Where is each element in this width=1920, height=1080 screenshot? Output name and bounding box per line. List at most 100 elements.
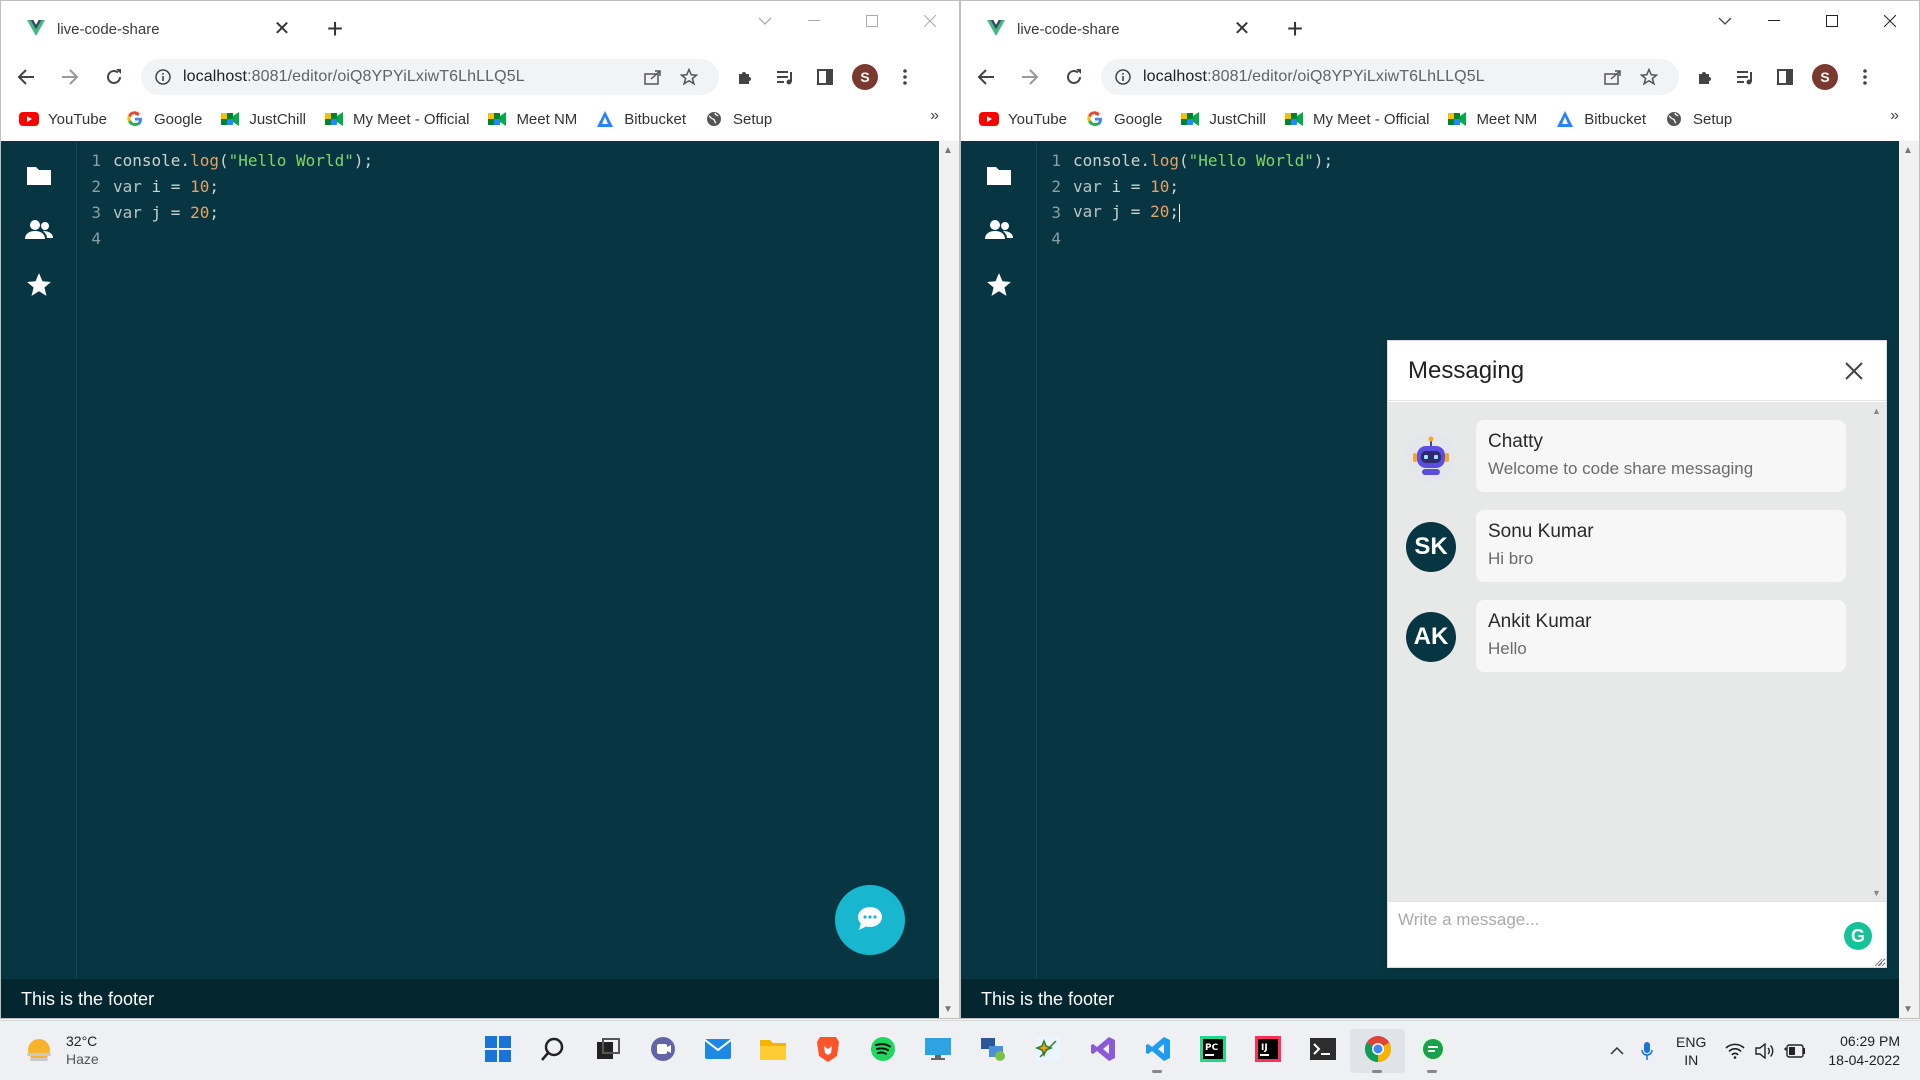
- vscode-button[interactable]: [1130, 1029, 1185, 1073]
- folder-icon[interactable]: [985, 161, 1013, 189]
- extensions-icon[interactable]: [1685, 59, 1725, 95]
- tab-search-icon[interactable]: [1705, 1, 1745, 41]
- clock[interactable]: 06:29 PM 18-04-2022: [1828, 1032, 1900, 1070]
- spotify-button[interactable]: [855, 1029, 910, 1073]
- media-control-icon[interactable]: [765, 59, 805, 95]
- chevron-up-icon[interactable]: [1602, 1047, 1632, 1055]
- address-bar[interactable]: localhost:8081/editor/oiQ8YPYiLxiwT6LhLL…: [1101, 59, 1679, 95]
- info-icon[interactable]: [153, 67, 173, 87]
- chrome-button[interactable]: [1350, 1029, 1405, 1073]
- users-icon[interactable]: [985, 216, 1013, 244]
- close-window-icon[interactable]: [1861, 1, 1919, 41]
- pycharm-button[interactable]: PC: [1185, 1029, 1240, 1073]
- reload-icon[interactable]: [95, 59, 133, 95]
- folder-icon[interactable]: [25, 161, 53, 189]
- bookmark-my-meet-official[interactable]: My Meet - Official: [324, 110, 469, 128]
- brave-button[interactable]: [800, 1029, 855, 1073]
- bookmark-my-meet-official[interactable]: My Meet - Official: [1284, 110, 1429, 128]
- bookmark-google[interactable]: Google: [125, 110, 202, 128]
- close-window-icon[interactable]: [901, 1, 959, 41]
- forward-icon[interactable]: [1011, 59, 1049, 95]
- users-icon[interactable]: [25, 216, 53, 244]
- bookmark-justchill[interactable]: JustChill: [220, 110, 306, 128]
- maximize-icon[interactable]: [843, 1, 901, 41]
- share-icon[interactable]: [1595, 62, 1631, 92]
- volume-icon[interactable]: [1750, 1043, 1780, 1059]
- bookmark-justchill[interactable]: JustChill: [1180, 110, 1266, 128]
- conversation-item-sonu-kumar[interactable]: SK Sonu Kumar Hi bro: [1406, 510, 1846, 582]
- tab-search-icon[interactable]: [745, 1, 785, 41]
- menu-kebab-icon[interactable]: [1845, 59, 1885, 95]
- bookmark-meet-nm[interactable]: Meet NM: [1447, 110, 1537, 128]
- bookmark-star-icon[interactable]: [671, 62, 707, 92]
- search-button[interactable]: [525, 1029, 580, 1073]
- back-icon[interactable]: [7, 59, 45, 95]
- media-control-icon[interactable]: [1725, 59, 1765, 95]
- page-scrollbar[interactable]: ▲ ▼: [939, 141, 959, 1018]
- wifi-icon[interactable]: [1720, 1043, 1750, 1059]
- messaging-scrollbar[interactable]: ▲ ▼: [1870, 402, 1884, 902]
- bookmark-bitbucket[interactable]: Bitbucket: [595, 110, 686, 128]
- input-language[interactable]: ENG IN: [1676, 1033, 1706, 1069]
- back-icon[interactable]: [967, 59, 1005, 95]
- resize-handle-icon[interactable]: [1873, 954, 1883, 967]
- weather-widget[interactable]: 32°C Haze: [24, 1033, 99, 1067]
- share-icon[interactable]: [635, 62, 671, 92]
- minimize-icon[interactable]: [785, 1, 843, 41]
- tab-close-icon[interactable]: ✕: [1231, 18, 1253, 40]
- profile-avatar[interactable]: S: [1805, 59, 1845, 95]
- bookmark-youtube[interactable]: YouTube: [19, 110, 107, 128]
- message-input[interactable]: [1388, 902, 1886, 967]
- forward-icon[interactable]: [51, 59, 89, 95]
- teams-chat-button[interactable]: [635, 1029, 690, 1073]
- visual-studio-button[interactable]: [1075, 1029, 1130, 1073]
- minimize-icon[interactable]: [1745, 1, 1803, 41]
- bookmark-bitbucket[interactable]: Bitbucket: [1555, 110, 1646, 128]
- code-editor[interactable]: 1 console.log("Hello World"); 2 var i = 10…: [77, 141, 939, 979]
- bookmarks-overflow-icon[interactable]: »: [1890, 107, 1899, 125]
- new-tab-button[interactable]: +: [321, 15, 349, 43]
- bookmarks-overflow-icon[interactable]: »: [930, 107, 939, 125]
- terminal-button[interactable]: [1295, 1029, 1350, 1073]
- scroll-up-icon[interactable]: ▲: [1903, 145, 1913, 156]
- sparkle-tool-button[interactable]: [1020, 1029, 1075, 1073]
- conversation-item-ankit-kumar[interactable]: AK Ankit Kumar Hello: [1406, 600, 1846, 672]
- battery-icon[interactable]: [1780, 1044, 1810, 1058]
- microphone-icon[interactable]: [1632, 1041, 1662, 1061]
- scroll-up-icon[interactable]: ▲: [943, 145, 953, 156]
- scroll-up-icon[interactable]: ▲: [1872, 406, 1881, 416]
- star-icon[interactable]: [985, 271, 1013, 299]
- conversation-item-chatty[interactable]: Chatty Welcome to code share messaging: [1406, 420, 1846, 492]
- address-bar[interactable]: localhost:8081/editor/oiQ8YPYiLxiwT6LhLL…: [141, 59, 719, 95]
- bookmark-youtube[interactable]: YouTube: [979, 110, 1067, 128]
- close-icon[interactable]: [1840, 357, 1868, 385]
- reload-icon[interactable]: [1055, 59, 1093, 95]
- intellij-button[interactable]: IJ: [1240, 1029, 1295, 1073]
- new-tab-button[interactable]: +: [1281, 15, 1309, 43]
- scroll-down-icon[interactable]: ▼: [943, 1004, 953, 1015]
- green-app-button[interactable]: [1405, 1029, 1460, 1073]
- remote-desktop-button[interactable]: [910, 1029, 965, 1073]
- bookmark-setup[interactable]: Setup: [704, 110, 772, 128]
- network-tool-button[interactable]: [965, 1029, 1020, 1073]
- menu-kebab-icon[interactable]: [885, 59, 925, 95]
- extensions-icon[interactable]: [725, 59, 765, 95]
- info-icon[interactable]: [1113, 67, 1133, 87]
- start-button[interactable]: [470, 1029, 525, 1073]
- page-scrollbar[interactable]: ▲ ▼: [1899, 141, 1919, 1018]
- side-panel-icon[interactable]: [1765, 59, 1805, 95]
- star-icon[interactable]: [25, 271, 53, 299]
- scroll-down-icon[interactable]: ▼: [1872, 888, 1881, 898]
- bookmark-setup[interactable]: Setup: [1664, 110, 1732, 128]
- tab-close-icon[interactable]: ✕: [271, 18, 293, 40]
- browser-tab[interactable]: live-code-share ✕: [973, 11, 1263, 47]
- profile-avatar[interactable]: S: [845, 59, 885, 95]
- mail-button[interactable]: [690, 1029, 745, 1073]
- maximize-icon[interactable]: [1803, 1, 1861, 41]
- browser-tab[interactable]: live-code-share ✕: [13, 11, 303, 47]
- bookmark-star-icon[interactable]: [1631, 62, 1667, 92]
- file-explorer-button[interactable]: [745, 1029, 800, 1073]
- chat-fab-button[interactable]: [835, 885, 905, 955]
- task-view-button[interactable]: [580, 1029, 635, 1073]
- side-panel-icon[interactable]: [805, 59, 845, 95]
